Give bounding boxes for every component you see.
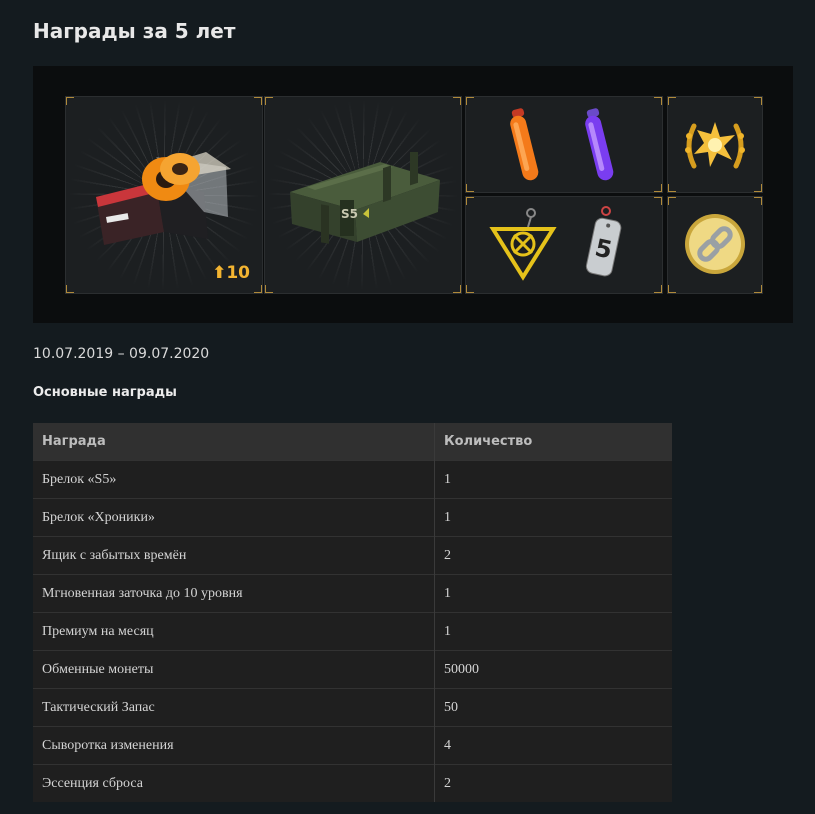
upgrade-arrow-icon: ⬆: [212, 263, 227, 283]
reward-tile-coin[interactable]: [667, 196, 763, 294]
table-row: Сыворотка изменения 4: [33, 726, 672, 765]
reward-tile-serums[interactable]: [465, 96, 663, 193]
reward-quantity: 1: [434, 498, 672, 537]
table-row: Премиум на месяц 1: [33, 612, 672, 651]
reward-name: Тактический Запас: [33, 688, 435, 727]
page-title: Награды за 5 лет: [33, 19, 236, 43]
reward-quantity: 1: [434, 612, 672, 651]
reward-quantity: 2: [434, 536, 672, 575]
reward-name: Ящик с забытых времён: [33, 536, 435, 575]
column-header-reward: Награда: [33, 423, 435, 461]
reward-name: Обменные монеты: [33, 650, 435, 689]
purple-serum-icon: [585, 108, 614, 181]
reward-quantity: 50000: [434, 650, 672, 689]
reward-tile-upgrade-box[interactable]: ⬆10: [65, 96, 263, 294]
reward-name: Премиум на месяц: [33, 612, 435, 651]
reward-tile-premium[interactable]: [667, 96, 763, 193]
table-row: Ящик с забытых времён 2: [33, 536, 672, 575]
reward-quantity: 2: [434, 764, 672, 802]
instant-upgrade-box-icon: [96, 152, 231, 245]
orange-serum-icon: [510, 108, 539, 181]
upgrade-level: 10: [226, 263, 250, 283]
table-header-row: Награда Количество: [33, 423, 672, 461]
svg-text:S5: S5: [341, 207, 358, 221]
table-row: Брелок «S5» 1: [33, 460, 672, 499]
exchange-coin-icon: [685, 214, 745, 274]
reward-tile-crate[interactable]: S5: [264, 96, 462, 294]
premium-emblem-icon: [685, 122, 745, 169]
reward-name: Сыворотка изменения: [33, 726, 435, 765]
rewards-table: Награда Количество Брелок «S5» 1 Брелок …: [33, 423, 672, 802]
section-title: Основные награды: [33, 385, 177, 400]
reward-name: Эссенция сброса: [33, 764, 435, 802]
column-header-quantity: Количество: [434, 423, 672, 461]
table-row: Мгновенная заточка до 10 уровня 1: [33, 574, 672, 613]
chronicles-keychain-icon: [489, 208, 557, 281]
reward-name: Брелок «Хроники»: [33, 498, 435, 537]
military-crate-icon: S5: [290, 152, 440, 244]
reward-tile-keychains[interactable]: 5: [465, 196, 663, 294]
s5-keychain-icon: 5: [585, 206, 622, 277]
reward-quantity: 1: [434, 574, 672, 613]
table-row: Эссенция сброса 2: [33, 764, 672, 802]
upgrade-badge: ⬆10: [212, 263, 250, 283]
table-row: Брелок «Хроники» 1: [33, 498, 672, 537]
reward-quantity: 1: [434, 460, 672, 499]
event-period: 10.07.2019 – 09.07.2020: [33, 346, 210, 362]
reward-name: Мгновенная заточка до 10 уровня: [33, 574, 435, 613]
reward-name: Брелок «S5»: [33, 460, 435, 499]
reward-quantity: 50: [434, 688, 672, 727]
rewards-banner: ⬆10 S5 5: [33, 66, 793, 323]
table-row: Обменные монеты 50000: [33, 650, 672, 689]
reward-quantity: 4: [434, 726, 672, 765]
table-row: Тактический Запас 50: [33, 688, 672, 727]
